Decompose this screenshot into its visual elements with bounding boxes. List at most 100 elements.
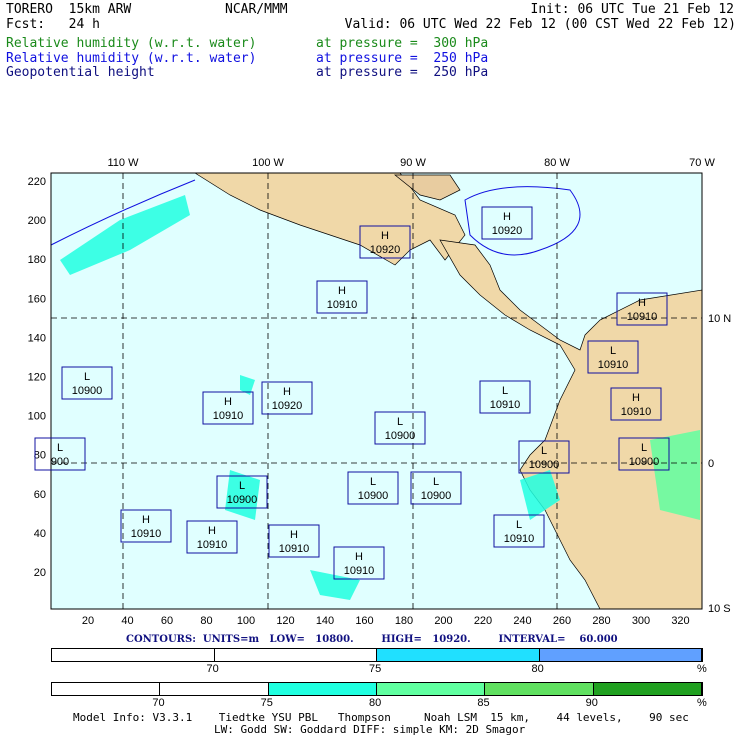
center-value: 10900 [72, 385, 103, 397]
center-value: 10910 [213, 410, 244, 422]
center-type: L [433, 476, 439, 488]
x-tick: 60 [161, 615, 173, 627]
y-tick: 160 [28, 293, 46, 305]
center-type: L [541, 445, 547, 457]
lon-label: 100 W [252, 157, 284, 169]
center-value: 10910 [344, 565, 375, 577]
center-type: H [208, 525, 216, 537]
center-value: 10910 [197, 539, 228, 551]
center-value: 10900 [421, 490, 452, 502]
legend-swatch [52, 649, 215, 661]
center-type: L [84, 371, 90, 383]
legend-label: 80 [531, 663, 544, 675]
legend-swatch [376, 683, 486, 695]
center-value: 10920 [370, 244, 401, 256]
legend-swatch [377, 649, 540, 661]
lat-label: 10 S [708, 603, 731, 615]
y-tick: 220 [28, 176, 46, 188]
center-value: 10910 [627, 311, 658, 323]
center-value: 10910 [490, 399, 521, 411]
legend-unit: % [697, 697, 707, 709]
legend-label: 75 [260, 697, 273, 709]
center-type: L [239, 480, 245, 492]
center-type: H [283, 386, 291, 398]
center-value: 900 [51, 456, 69, 468]
center-value: 10920 [492, 225, 523, 237]
center-type: L [370, 476, 376, 488]
center-type: H [381, 230, 389, 242]
center-type: H [290, 529, 298, 541]
x-tick: 200 [434, 615, 452, 627]
y-tick: 200 [28, 215, 46, 227]
center-type: H [503, 211, 511, 223]
center-value: 10910 [131, 528, 162, 540]
center-value: 10900 [629, 456, 660, 468]
center-value: 10920 [272, 400, 303, 412]
center-type: H [338, 285, 346, 297]
legend-bar-rh250 [51, 648, 703, 662]
model-info-2: LW: Godd SW: Goddard DIFF: simple KM: 2D… [214, 723, 526, 736]
x-tick: 180 [395, 615, 413, 627]
y-tick: 80 [34, 450, 46, 462]
center-type: L [610, 345, 616, 357]
center-type: H [638, 297, 646, 309]
center-type: H [224, 396, 232, 408]
weather-map: 110 W 100 W 90 W 80 W 70 W 10 N 0 10 S 220 200 180… [28, 157, 732, 627]
lon-label: 90 W [400, 157, 426, 169]
legend-swatch [214, 649, 377, 661]
legend-label: 75 [369, 663, 382, 675]
center-type: L [57, 442, 63, 454]
center-type: L [502, 385, 508, 397]
y-tick: 180 [28, 254, 46, 266]
x-tick: 240 [513, 615, 531, 627]
center-value: 10900 [529, 459, 560, 471]
center-type: L [397, 416, 403, 428]
legend-bar-rh300 [51, 682, 703, 696]
y-tick: 40 [34, 528, 46, 540]
x-tick: 160 [355, 615, 373, 627]
center-value: 10900 [227, 494, 258, 506]
x-tick: 260 [553, 615, 571, 627]
center-value: 10910 [327, 299, 358, 311]
x-tick: 80 [200, 615, 212, 627]
center-value: 10900 [358, 490, 389, 502]
legend-label: 70 [152, 697, 165, 709]
x-tick: 300 [632, 615, 650, 627]
lon-label: 110 W [108, 157, 140, 169]
lat-label: 10 N [708, 313, 731, 325]
center-type: H [142, 514, 150, 526]
center-value: 10910 [621, 406, 652, 418]
center-type: L [641, 442, 647, 454]
legend-swatch [160, 683, 269, 695]
legend-label: 90 [585, 697, 598, 709]
x-tick: 120 [276, 615, 294, 627]
lat-label: 0 [708, 458, 714, 470]
x-tick: 320 [671, 615, 689, 627]
center-type: L [516, 519, 522, 531]
legend-swatch [52, 683, 161, 695]
center-type: H [355, 551, 363, 563]
x-tick: 40 [121, 615, 133, 627]
center-value: 10910 [279, 543, 310, 555]
lon-label: 70 W [689, 157, 715, 169]
center-type: H [632, 392, 640, 404]
legend-swatch [485, 683, 594, 695]
y-tick: 120 [28, 372, 46, 384]
y-tick: 100 [28, 411, 46, 423]
y-tick: 60 [34, 489, 46, 501]
legend-unit: % [697, 663, 707, 675]
legend-swatch [593, 683, 702, 695]
legend-label: 70 [206, 663, 219, 675]
center-value: 10910 [598, 359, 629, 371]
legend-label: 85 [477, 697, 490, 709]
lon-label: 80 W [544, 157, 570, 169]
x-tick: 100 [237, 615, 255, 627]
x-tick: 140 [316, 615, 334, 627]
contour-info: CONTOURS: UNITS=m LOW= 10800. HIGH= 1092… [126, 634, 618, 645]
x-tick: 220 [474, 615, 492, 627]
center-value: 10900 [385, 430, 416, 442]
legend-label: 80 [369, 697, 382, 709]
legend-swatch [539, 649, 702, 661]
legend-swatch [268, 683, 377, 695]
center-value: 10910 [504, 533, 535, 545]
